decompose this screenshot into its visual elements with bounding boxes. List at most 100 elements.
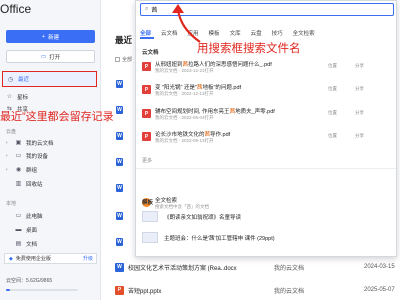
word-file-icon: W <box>116 132 123 140</box>
tab-cloud-drive[interactable]: 云盘 <box>251 29 262 37</box>
sidebar-item-this-pc[interactable]: ▭ 此电脑 <box>6 210 43 221</box>
result-title: 从邢妞妞到茜拉路人们的深思感悟问题什么_.pdf <box>155 62 272 68</box>
sidebar-item-trash[interactable]: ▥ 回收站 <box>6 178 43 189</box>
word-file-icon: W <box>116 106 123 114</box>
sidebar-item-label: 我的云文档 <box>26 140 54 147</box>
sidebar-item-label: 我的设备 <box>26 153 49 160</box>
result-location-link[interactable]: 位置 <box>328 63 337 69</box>
sidebar-item-groups[interactable]: › ◉ 群组 <box>6 164 37 175</box>
enterprise-label: 免费使用企业版 <box>15 256 51 262</box>
search-dropdown: ⌕ 茜 全部 云文档 应用 模板 文库 云盘 技巧 全文检索 云文档 P 从邢妞… <box>135 0 397 257</box>
result-meta: 我的云文档 · 2022-09-13打开 <box>155 138 214 143</box>
search-result[interactable]: P 从邢妞妞到茜拉路人们的深思感悟问题什么_.pdf 我的云文档 · 2023-… <box>142 59 394 79</box>
open-button[interactable]: ▭ 打开 <box>6 50 95 63</box>
tab-apps[interactable]: 应用 <box>188 29 199 37</box>
fulltext-title: 全文检索 <box>155 198 178 204</box>
tab-cloud-docs[interactable]: 云文档 <box>161 29 178 37</box>
pdf-file-icon: P <box>142 109 151 118</box>
search-box[interactable]: ⌕ 茜 <box>140 3 394 16</box>
plus-icon: + <box>41 33 46 40</box>
result-share-link[interactable]: 分享 <box>355 133 364 139</box>
tab-fulltext[interactable]: 全文检索 <box>293 29 315 37</box>
sidebar-item-my-cloud-docs[interactable]: › ▣ 我的云文档 <box>6 137 54 148</box>
group-icon: ◉ <box>15 167 22 173</box>
new-button[interactable]: + 新建 <box>6 30 95 43</box>
chevron-right-icon: › <box>6 152 8 159</box>
recent-annotation-text: 最近”这里都会留存记录 <box>0 111 114 123</box>
sidebar: Office + 新建 ▭ 打开 ◷ 最近 ☆ 星标 ⇆ 共享 云盘 › ▣ 我… <box>0 0 101 300</box>
more-results-link[interactable]: 更多 <box>142 157 152 164</box>
file-date: 2024-03-15 <box>364 264 395 270</box>
pdf-file-icon: P <box>142 132 151 141</box>
enterprise-icon: ◆ <box>9 255 13 262</box>
sidebar-item-label: 最近 <box>18 77 30 83</box>
template-title: 主题班会：什么是'茜'加工管辖申 课件 (29ppt) <box>164 236 275 242</box>
sidebar-item-starred[interactable]: ☆ 星标 <box>6 91 28 102</box>
desktop-icon: ▬ <box>15 226 22 233</box>
device-icon: ▭ <box>15 153 22 159</box>
template-thumbnail <box>142 211 158 222</box>
sidebar-item-label: 群组 <box>26 167 38 174</box>
upgrade-link[interactable]: 升级 <box>83 255 93 262</box>
table-row[interactable]: P 苦短ppt.pptx 我的云文档 2025-05-07 <box>115 283 395 297</box>
page-title: 最近 <box>115 35 133 45</box>
chevron-right-icon: › <box>6 139 8 146</box>
word-file-icon: W <box>115 262 124 272</box>
template-result[interactable]: 主题班会：什么是'茜'加工管辖申 课件 (29ppt) <box>142 231 342 245</box>
tab-library[interactable]: 文库 <box>230 29 241 37</box>
file-name: 校园文化艺术节活动策划方案 (Rea..docx <box>128 265 237 272</box>
pdf-file-icon: P <box>142 62 151 71</box>
select-all-checkbox[interactable] <box>115 57 120 62</box>
sidebar-item-label: 此电脑 <box>26 213 43 220</box>
sidebar-item-recent[interactable]: ◷ 最近 <box>2 71 97 87</box>
tab-templates[interactable]: 模板 <box>209 29 220 37</box>
cloud-folder-icon: ▣ <box>15 140 22 146</box>
result-share-link[interactable]: 分享 <box>355 63 364 69</box>
template-title: 《朗读亲文如翁祝颂》名童导读 <box>164 215 242 221</box>
file-name: 苦短ppt.pptx <box>128 288 162 295</box>
search-result[interactable]: P 辅布空间规划时间, 作用东亮王茜地质夫_声零.pdf 我的云文档 · 202… <box>142 106 394 126</box>
search-result[interactable]: P 论长沙市地铁文化的茜导作.pdf 我的云文档 · 2022-09-13打开 … <box>142 129 394 149</box>
tab-all[interactable]: 全部 <box>140 29 151 37</box>
document-folder-icon: ▤ <box>15 241 22 247</box>
sidebar-item-label: 回收站 <box>26 181 43 188</box>
enterprise-upgrade-box[interactable]: ◆ 免费使用企业版 升级 <box>4 253 97 264</box>
pdf-file-icon: P <box>142 85 151 94</box>
result-location-link[interactable]: 位置 <box>328 86 337 92</box>
word-file-icon: W <box>116 212 123 220</box>
ppt-file-icon: P <box>115 285 124 295</box>
search-result[interactable]: P 变 "阳光锅" 还是"茜地板"的问题.pdf 我的云文档 · 2022-12… <box>142 82 394 102</box>
folder-open-icon: ▭ <box>40 53 47 60</box>
result-share-link[interactable]: 分享 <box>355 86 364 92</box>
clock-icon: ◷ <box>7 76 14 83</box>
cloud-docs-section-title: 云文档 <box>142 50 159 56</box>
select-all[interactable]: 全部 <box>115 56 132 63</box>
sidebar-item-my-devices[interactable]: › ▭ 我的设备 <box>6 150 48 161</box>
result-share-link[interactable]: 分享 <box>355 110 364 116</box>
sidebar-item-label: 文档 <box>26 241 38 248</box>
sidebar-item-label: 桌面 <box>26 227 38 234</box>
result-location-link[interactable]: 位置 <box>328 133 337 139</box>
table-row[interactable]: W 校园文化艺术节活动策划方案 (Rea..docx 我的云文档 2024-03… <box>115 260 395 274</box>
sidebar-item-documents[interactable]: ▤ 文档 <box>6 238 37 249</box>
template-thumbnail <box>142 232 158 243</box>
section-divider <box>136 168 396 169</box>
file-date: 2025-05-07 <box>364 287 395 293</box>
template-result[interactable]: 《朗读亲文如翁祝颂》名童导读 <box>142 210 342 224</box>
star-icon: ☆ <box>6 94 13 100</box>
result-location-link[interactable]: 位置 <box>328 110 337 116</box>
word-file-icon: W <box>116 184 123 192</box>
search-icon: ⌕ <box>145 6 149 12</box>
new-button-label: 新建 <box>48 34 60 41</box>
templates-section-title: 模板 <box>142 200 154 206</box>
search-tabs: 全部 云文档 应用 模板 文库 云盘 技巧 全文检索 <box>140 29 315 37</box>
tab-tips[interactable]: 技巧 <box>272 29 283 37</box>
storage-progress-fill <box>6 289 11 291</box>
word-file-icon: W <box>116 80 123 88</box>
chevron-right-icon: › <box>6 166 8 173</box>
select-all-label: 全部 <box>122 57 133 63</box>
search-annotation-text: 用搜索框搜索文件名 <box>197 43 301 55</box>
search-input[interactable]: 茜 <box>151 5 157 14</box>
cloud-section-label: 云盘 <box>6 129 17 135</box>
sidebar-item-desktop[interactable]: ▬ 桌面 <box>6 224 38 235</box>
